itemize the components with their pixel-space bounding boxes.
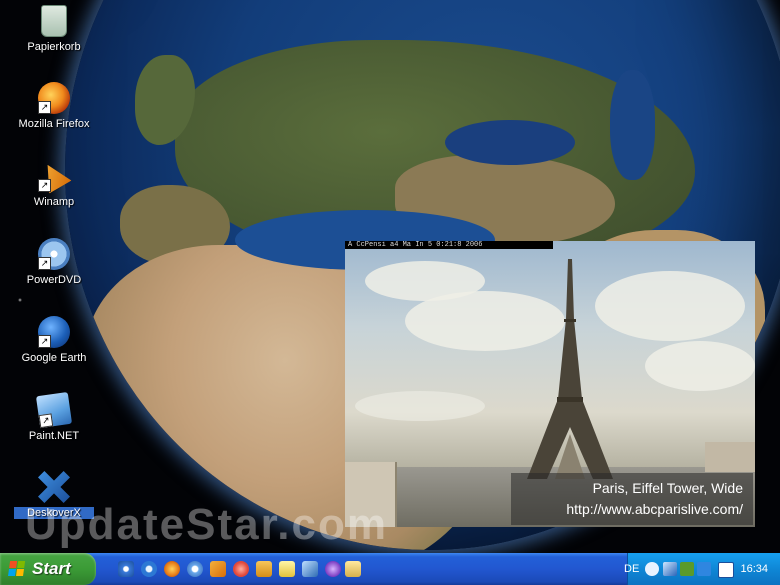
winamp-icon: ↗ bbox=[38, 160, 70, 192]
recycle-bin-icon bbox=[38, 5, 70, 37]
start-label: Start bbox=[32, 559, 71, 578]
desktop-icon-winamp[interactable]: ↗ Winamp bbox=[14, 160, 94, 208]
webcam-caption: Paris, Eiffel Tower, Wide http://www.abc… bbox=[511, 473, 753, 525]
app-icon[interactable] bbox=[325, 561, 341, 577]
desktop-icon-label: PowerDVD bbox=[26, 274, 82, 286]
paint-net-icon: ↗ bbox=[35, 391, 73, 429]
firefox-icon[interactable] bbox=[164, 561, 180, 577]
webcam-header: A CcPensi a4 Ma In 5 0:21:8 2006 bbox=[345, 241, 553, 249]
desktop: Papierkorb ↗ Mozilla Firefox ↗ Winamp ↗ … bbox=[0, 0, 780, 553]
eiffel-tower-image bbox=[527, 259, 613, 479]
clock[interactable]: 16:34 bbox=[740, 553, 768, 585]
google-earth-icon: ↗ bbox=[38, 316, 70, 348]
caption-title: Paris, Eiffel Tower, Wide bbox=[592, 480, 743, 496]
desktop-icon-label: Paint.NET bbox=[28, 430, 80, 442]
desktop-icon-label: Winamp bbox=[33, 196, 75, 208]
watermark: UpdateStar.com bbox=[25, 500, 388, 549]
desktop-icon-paint-net[interactable]: ↗ Paint.NET bbox=[14, 391, 94, 442]
security-icon[interactable] bbox=[697, 562, 711, 576]
powerdvd-icon: ↗ bbox=[38, 238, 70, 270]
messenger-icon[interactable] bbox=[256, 561, 272, 577]
desktop-icon-google-earth[interactable]: ↗ Google Earth bbox=[14, 316, 94, 364]
firefox-icon: ↗ bbox=[38, 82, 70, 114]
language-indicator[interactable]: DE bbox=[624, 561, 639, 577]
desktop-icon-powerdvd[interactable]: ↗ PowerDVD bbox=[14, 238, 94, 286]
taskbar: Start DE 16:34 bbox=[0, 553, 780, 585]
folder-icon[interactable] bbox=[345, 561, 361, 577]
show-desktop-icon[interactable] bbox=[118, 561, 134, 577]
building bbox=[705, 442, 755, 472]
media-player-icon[interactable] bbox=[187, 561, 203, 577]
desktop-icon-label: Google Earth bbox=[21, 352, 87, 364]
deskoverx-icon bbox=[38, 471, 70, 503]
internet-explorer-icon[interactable] bbox=[141, 561, 157, 577]
help-icon[interactable] bbox=[279, 561, 295, 577]
deskoverx-tray-icon[interactable] bbox=[663, 562, 677, 576]
network-icon[interactable] bbox=[680, 562, 694, 576]
desktop-icon-recycle-bin[interactable]: Papierkorb bbox=[14, 5, 94, 53]
caption-url: http://www.abcparislive.com/ bbox=[566, 501, 743, 517]
desktop-icon-firefox[interactable]: ↗ Mozilla Firefox bbox=[14, 82, 94, 130]
app-icon[interactable] bbox=[233, 561, 249, 577]
start-button[interactable]: Start bbox=[0, 553, 96, 585]
expand-tray-icon[interactable] bbox=[645, 562, 659, 576]
play-icon[interactable] bbox=[718, 562, 734, 578]
webcam-window[interactable]: A CcPensi a4 Ma In 5 0:21:8 2006 Paris, … bbox=[345, 241, 755, 527]
paint-net-icon[interactable] bbox=[302, 561, 318, 577]
winamp-icon[interactable] bbox=[210, 561, 226, 577]
desktop-icon-label: Mozilla Firefox bbox=[18, 118, 90, 130]
windows-logo-icon bbox=[8, 561, 26, 577]
desktop-icon-label: Papierkorb bbox=[27, 41, 81, 53]
